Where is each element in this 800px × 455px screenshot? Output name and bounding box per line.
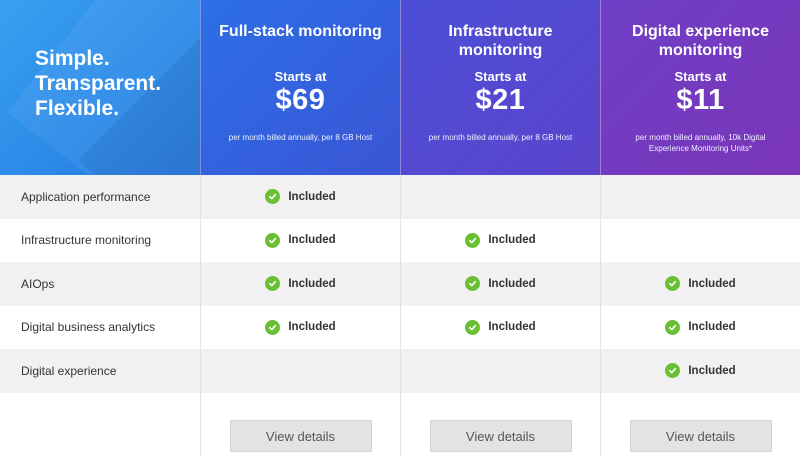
check-circle-icon [665,276,681,292]
plan-starts-at: Starts at [474,69,527,84]
feature-label: Digital experience [21,363,117,378]
included-label: Included [288,234,336,247]
feature-row: Digital business analytics Included Includ… [0,305,800,349]
check-circle-icon [665,319,681,335]
view-details-button-full-stack[interactable]: View details [229,420,372,452]
included-indicator: Included [265,189,336,205]
footer-cell: View details [600,393,800,455]
view-details-button-infrastructure[interactable]: View details [429,420,572,452]
feature-row: Application performance Included [0,175,800,219]
included-label: Included [688,364,736,377]
feature-availability-cell: Included [600,349,800,393]
plan-price: $21 [475,84,526,116]
included-label: Included [688,277,736,290]
hero-panel: Simple. Transparent. Flexible. [0,0,200,175]
check-circle-icon [465,276,481,292]
feature-availability-cell: Included [600,305,800,349]
feature-label: Application performance [21,189,151,204]
feature-availability-cell [400,175,600,219]
plan-name: Digital experience monitoring [632,23,769,59]
included-label: Included [488,277,536,290]
included-label: Included [288,277,336,290]
feature-availability-cell: Included [200,218,400,262]
plan-price: $69 [275,84,326,116]
view-details-button-digital-experience[interactable]: View details [629,420,772,452]
included-indicator: Included [265,319,336,335]
feature-row: Infrastructure monitoring Included Include… [0,218,800,262]
plan-billing-note: per month billed annually, per 8 GB Host [228,133,373,142]
check-circle-icon [265,189,281,205]
feature-availability-cell: Included [400,218,600,262]
footer-cell: View details [200,393,400,455]
feature-availability-cell: Included [400,262,600,306]
included-indicator: Included [265,232,336,248]
included-label: Included [288,321,336,334]
plan-name: Full-stack monitoring [219,23,382,40]
included-indicator: Included [465,276,536,292]
check-circle-icon [665,363,681,379]
plan-billing-note: per month billed annually, per 8 GB Host [428,133,573,142]
feature-availability-cell [600,218,800,262]
included-label: Included [688,321,736,334]
check-circle-icon [265,276,281,292]
feature-availability-cell: Included [200,175,400,219]
included-indicator: Included [465,232,536,248]
feature-row: AIOps Included Included Included [0,262,800,306]
pricing-header: Simple. Transparent. Flexible. Full-stac… [0,0,800,175]
plan-name: Infrastructure monitoring [448,23,553,59]
check-circle-icon [265,319,281,335]
feature-label: Infrastructure monitoring [21,233,152,248]
feature-label: Digital business analytics [21,320,156,335]
included-indicator: Included [665,363,736,379]
included-indicator: Included [465,319,536,335]
feature-availability-cell: Included [200,305,400,349]
included-label: Included [288,190,336,203]
footer-spacer [0,393,200,455]
plan-price: $11 [676,84,725,116]
check-circle-icon [265,232,281,248]
pricing-table: Simple. Transparent. Flexible. Full-stac… [0,0,800,455]
feature-rows: Application performance Included Infrastru… [0,175,800,393]
plan-header-full-stack: Full-stack monitoring Starts at $69 per … [200,0,400,175]
plan-starts-at: Starts at [674,69,727,84]
feature-row: Digital experience Included [0,349,800,393]
plan-billing-note: per month billed annually, 10k Digital E… [635,133,766,153]
check-circle-icon [465,319,481,335]
feature-availability-cell: Included [600,262,800,306]
plan-starts-at: Starts at [274,69,327,84]
included-indicator: Included [665,276,736,292]
check-circle-icon [465,232,481,248]
feature-label: AIOps [21,276,55,291]
hero-line: Transparent. [35,72,162,95]
included-indicator: Included [265,276,336,292]
feature-availability-cell [400,349,600,393]
pricing-footer: View details View details View details [0,393,800,455]
plan-header-infrastructure: Infrastructure monitoring Starts at $21 … [400,0,600,175]
hero-line: Simple. [35,47,110,70]
feature-availability-cell [200,349,400,393]
footer-cell: View details [400,393,600,455]
included-indicator: Included [665,319,736,335]
feature-availability-cell: Included [400,305,600,349]
hero-line: Flexible. [35,97,120,120]
feature-availability-cell: Included [200,262,400,306]
hero-headline: Simple. Transparent. Flexible. [35,46,195,121]
feature-availability-cell [600,175,800,219]
plan-header-digital-experience: Digital experience monitoring Starts at … [600,0,800,175]
included-label: Included [488,234,536,247]
included-label: Included [488,321,536,334]
